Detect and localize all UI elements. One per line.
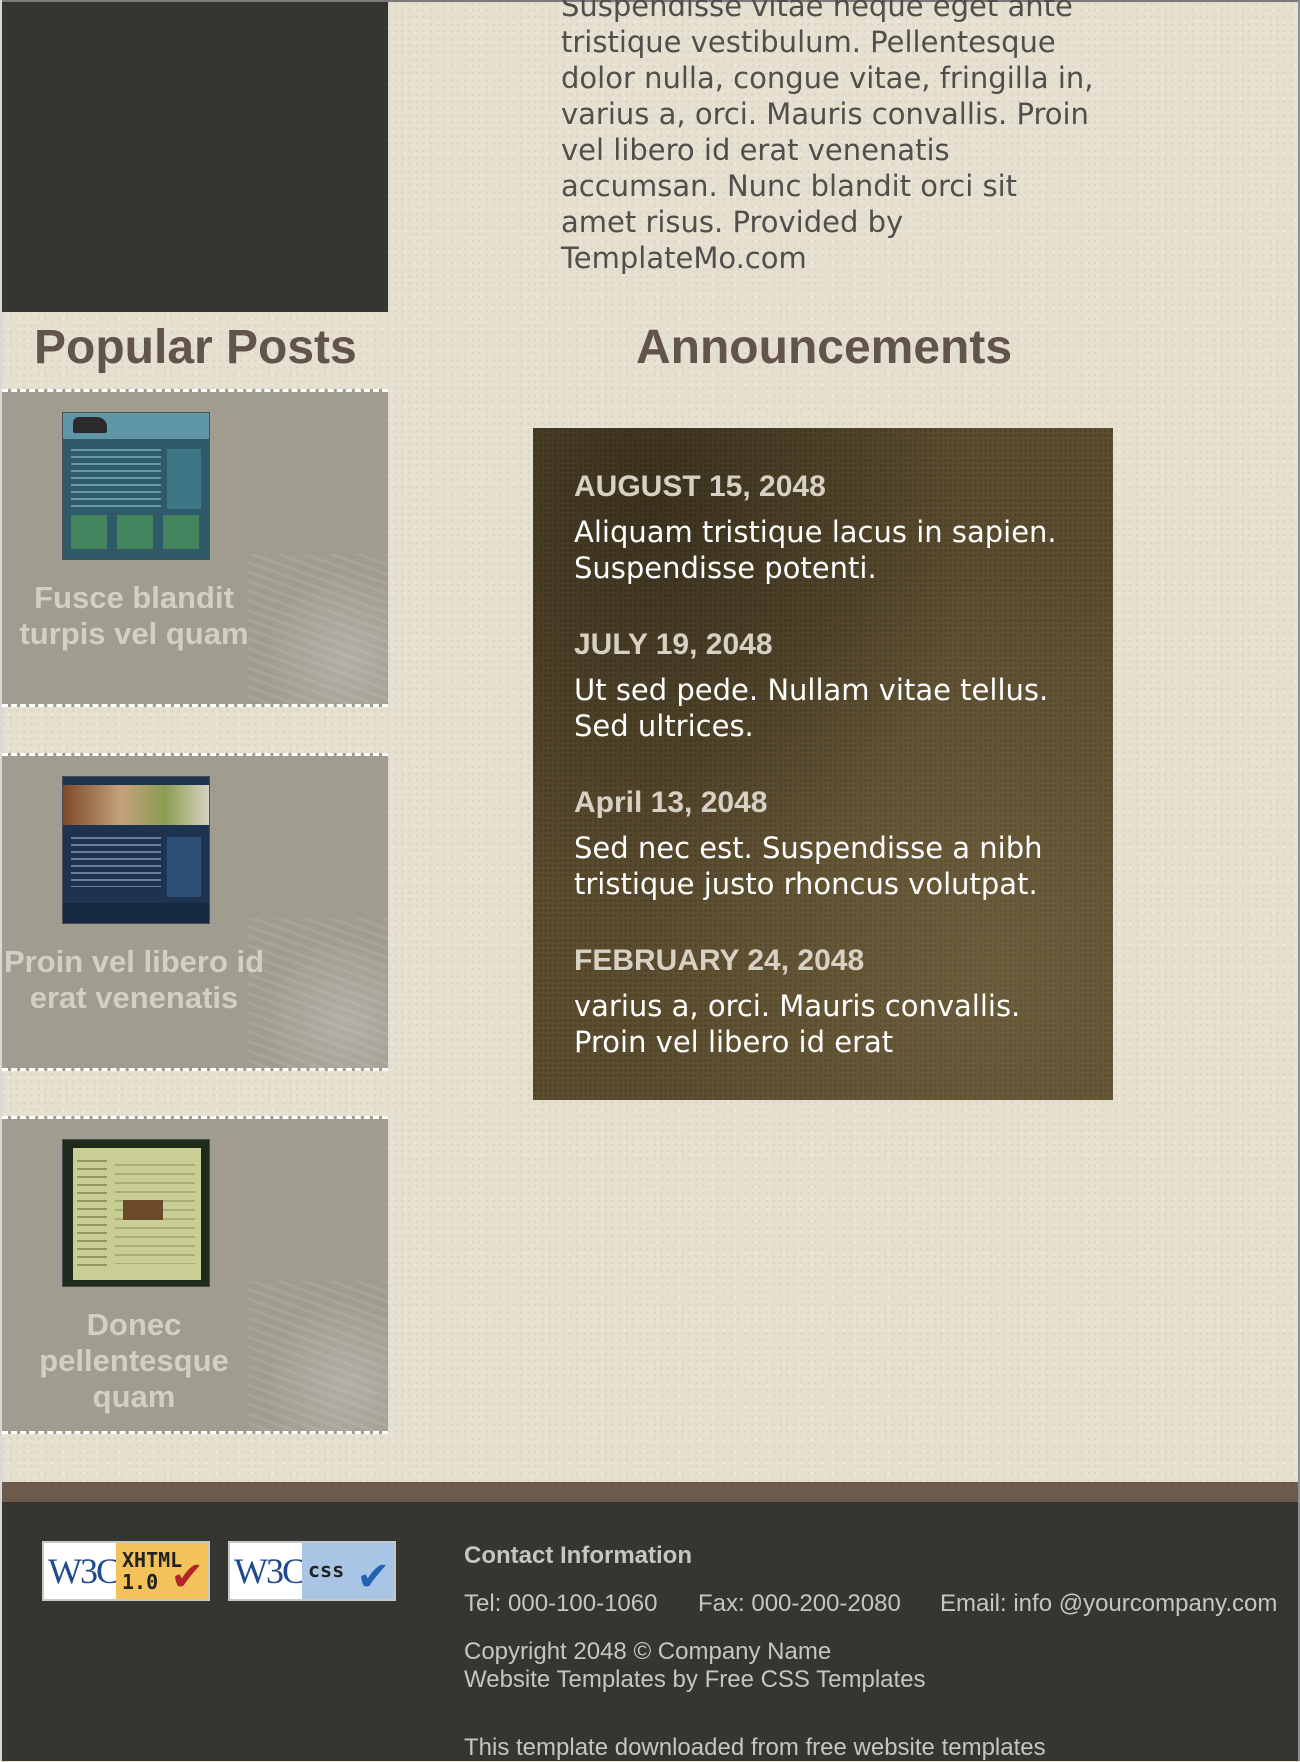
popular-post-card[interactable]: Fusce blandit turpis vel quam <box>2 389 388 707</box>
footer-accent-bar <box>2 1482 1298 1502</box>
car-icon <box>73 417 107 433</box>
w3c-logo: W3C <box>48 1551 120 1591</box>
popular-post-card[interactable]: Donec pellentesque quam <box>2 1116 388 1434</box>
footer: W3C XHTML 1.0 ✔ W3C css ✔ Contact Inform… <box>2 1502 1298 1761</box>
checkmark-icon: ✔ <box>170 1554 204 1600</box>
announcement-date: FEBRUARY 24, 2048 <box>574 944 865 977</box>
w3c-xhtml-valid-icon[interactable]: W3C XHTML 1.0 ✔ <box>42 1541 210 1601</box>
templates-credit-link[interactable]: Website Templates by Free CSS Templates <box>464 1666 926 1694</box>
downloaded-credit-link[interactable]: This template downloaded from free websi… <box>464 1734 1046 1762</box>
post-thumbnail-icon[interactable] <box>62 1139 210 1287</box>
popular-posts-heading: Popular Posts <box>34 321 357 374</box>
announcement-item: FEBRUARY 24, 2048 varius a, orci. Mauris… <box>574 944 1094 1060</box>
thumbnail-sidebar <box>77 1160 107 1270</box>
w3c-logo: W3C <box>234 1551 306 1591</box>
contact-info-title: Contact Information <box>464 1542 692 1569</box>
thumbnail-text-lines <box>71 449 161 509</box>
thumbnail-footer <box>63 903 209 923</box>
sidebar-header-panel <box>2 2 388 312</box>
popular-post-title[interactable]: Proin vel libero id erat venenatis <box>2 944 266 1016</box>
announcement-item: April 13, 2048 Sed nec est. Suspendisse … <box>574 786 1094 902</box>
thumbnail-footer-blocks <box>71 515 201 549</box>
thumbnail-image <box>123 1200 163 1220</box>
copyright-text: Copyright 2048 © Company Name <box>464 1638 832 1665</box>
popular-post-card[interactable]: Proin vel libero id erat venenatis <box>2 753 388 1071</box>
announcements-box: AUGUST 15, 2048 Aliquam tristique lacus … <box>533 428 1113 1100</box>
announcement-date: JULY 19, 2048 <box>574 628 773 661</box>
announcement-item: AUGUST 15, 2048 Aliquam tristique lacus … <box>574 470 1094 586</box>
thumbnail-banner <box>63 785 209 825</box>
intro-paragraph: Suspendisse vitae neque eget ante tristi… <box>561 0 1094 275</box>
contact-phone: Tel: 000-100-1060 <box>464 1590 658 1617</box>
thumbnail-sidebar <box>167 837 201 897</box>
post-thumbnail-icon[interactable] <box>62 776 210 924</box>
badge-label: css <box>308 1558 345 1582</box>
thumbnail-sidebar <box>167 449 201 509</box>
popular-post-title[interactable]: Fusce blandit turpis vel quam <box>2 580 266 652</box>
post-thumbnail-icon[interactable] <box>62 412 210 560</box>
page: Suspendisse vitae neque eget ante tristi… <box>0 0 1300 1761</box>
announcements-heading: Announcements <box>636 321 1013 374</box>
announcement-text: Ut sed pede. Nullam vitae tellus. Sed ul… <box>574 673 1049 743</box>
thumbnail-text-lines <box>71 837 161 887</box>
contact-fax: Fax: 000-200-2080 <box>698 1590 901 1617</box>
announcement-date: AUGUST 15, 2048 <box>574 470 826 503</box>
announcement-text: varius a, orci. Mauris convallis. Proin … <box>574 989 1021 1059</box>
announcement-text: Aliquam tristique lacus in sapien. Suspe… <box>574 515 1057 585</box>
popular-post-title[interactable]: Donec pellentesque quam <box>2 1307 266 1415</box>
announcement-item: JULY 19, 2048 Ut sed pede. Nullam vitae … <box>574 628 1094 744</box>
announcement-date: April 13, 2048 <box>574 786 768 819</box>
checkmark-icon: ✔ <box>356 1554 390 1600</box>
contact-email[interactable]: Email: info @yourcompany.com <box>940 1590 1277 1618</box>
w3c-css-valid-icon[interactable]: W3C css ✔ <box>228 1541 396 1601</box>
announcement-text: Sed nec est. Suspendisse a nibh tristiqu… <box>574 831 1043 901</box>
